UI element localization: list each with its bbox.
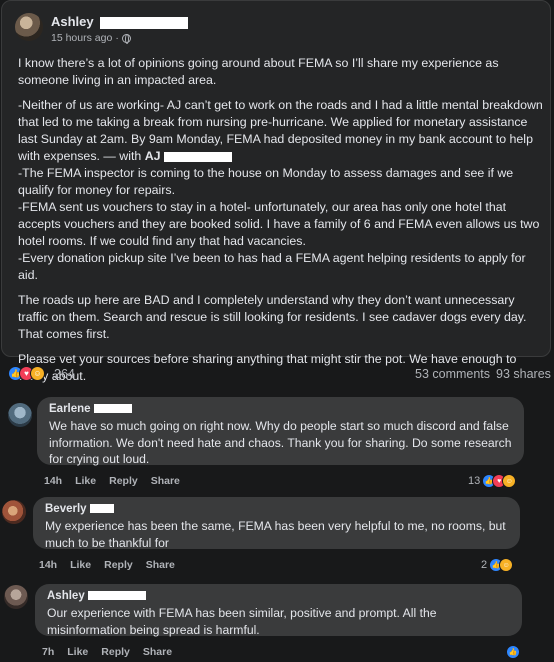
comment-bubble: Earlene We have so much going on right n… — [37, 397, 524, 466]
share-button[interactable]: Share — [151, 475, 180, 487]
post-paragraph: I know there’s a lot of opinions going a… — [18, 56, 499, 87]
reply-button[interactable]: Reply — [109, 475, 138, 487]
comment-bubble: Beverly My experience has been the same,… — [33, 497, 520, 550]
post-author-avatar[interactable] — [15, 13, 43, 41]
comment-reactions[interactable]: 13 👍 ♥ ☺ — [468, 472, 517, 490]
comment-avatar[interactable] — [8, 403, 32, 427]
redacted-name-block — [93, 404, 132, 414]
post-paragraph: -Neither of us are working- AJ can’t get… — [18, 98, 543, 163]
like-reaction-icon: 👍 — [506, 645, 520, 659]
comment-time[interactable]: 14h — [39, 559, 57, 571]
comment-actions: 14h Like Reply Share — [39, 559, 188, 571]
comment-author-name[interactable]: Ashley — [47, 590, 85, 602]
post-meta: 15 hours ago · — [51, 32, 131, 44]
comment-reactions[interactable]: 👍 — [506, 643, 520, 661]
like-button[interactable]: Like — [70, 559, 91, 571]
post-author-name[interactable]: Ashley — [51, 14, 189, 29]
comment-text: My experience has been the same, FEMA ha… — [45, 519, 506, 550]
reactions-count[interactable]: 264 — [54, 367, 75, 381]
share-button[interactable]: Share — [143, 646, 172, 658]
comment-reaction-count: 2 — [481, 559, 488, 571]
post-paragraph: The roads up here are BAD and I complete… — [18, 293, 527, 341]
comments-count-link[interactable]: 53 comments — [415, 367, 490, 381]
reply-button[interactable]: Reply — [104, 559, 133, 571]
post-paragraph: -Every donation pickup site I’ve been to… — [18, 251, 526, 282]
post-card: Ashley 15 hours ago · I know there’s a l… — [1, 0, 551, 383]
comment-avatar[interactable] — [4, 585, 28, 609]
comment-reactions[interactable]: 2 👍 ☺ — [481, 556, 514, 574]
care-reaction-icon: ☺ — [499, 558, 514, 572]
tagged-person-link[interactable]: AJ — [145, 149, 161, 163]
comment-text: We have so much going on right now. Why … — [49, 419, 512, 466]
comment-reaction-count: 13 — [468, 475, 481, 487]
post-author-first-name[interactable]: Ashley — [51, 14, 94, 29]
comment-author-name[interactable]: Earlene — [49, 403, 91, 415]
comment-actions: 7h Like Reply Share — [42, 646, 185, 658]
redacted-name-block — [89, 504, 114, 514]
care-reaction-icon: ☺ — [30, 366, 45, 381]
redacted-name-block — [164, 151, 233, 162]
redacted-name-block — [100, 16, 189, 29]
comment-bubble: Ashley Our experience with FEMA has been… — [35, 584, 522, 637]
globe-icon[interactable] — [121, 33, 131, 44]
post-paragraph: -FEMA sent us vouchers to stay in a hote… — [18, 200, 540, 248]
post-reactions-row: 👍 ♥ ☺ 264 53 comments 93 shares — [8, 366, 552, 384]
post-timestamp[interactable]: 15 hours ago — [51, 32, 112, 44]
post-paragraph: -The FEMA inspector is coming to the hou… — [18, 166, 514, 197]
reply-button[interactable]: Reply — [101, 646, 130, 658]
tag-prefix: — with — [99, 149, 145, 163]
comment-author[interactable]: Ashley — [47, 590, 510, 602]
post-paragraph-with-tag: -Neither of us are working- AJ can’t get… — [18, 97, 544, 284]
comment-time[interactable]: 14h — [44, 475, 62, 487]
reaction-icons[interactable]: 👍 ♥ ☺ — [8, 366, 45, 381]
comment-author-name[interactable]: Beverly — [45, 503, 87, 515]
care-reaction-icon: ☺ — [502, 474, 517, 488]
like-button[interactable]: Like — [67, 646, 88, 658]
share-button[interactable]: Share — [146, 559, 175, 571]
comment-avatar[interactable] — [2, 500, 26, 524]
like-button[interactable]: Like — [75, 475, 96, 487]
post-body: I know there’s a lot of opinions going a… — [18, 55, 544, 393]
comment-author[interactable]: Earlene — [49, 403, 512, 415]
shares-count-link[interactable]: 93 shares — [496, 367, 551, 381]
comment-text: Our experience with FEMA has been simila… — [47, 606, 437, 637]
comment-time[interactable]: 7h — [42, 646, 54, 658]
comment-actions: 14h Like Reply Share — [44, 475, 193, 487]
redacted-name-block — [87, 591, 146, 601]
comment-author[interactable]: Beverly — [45, 503, 508, 515]
